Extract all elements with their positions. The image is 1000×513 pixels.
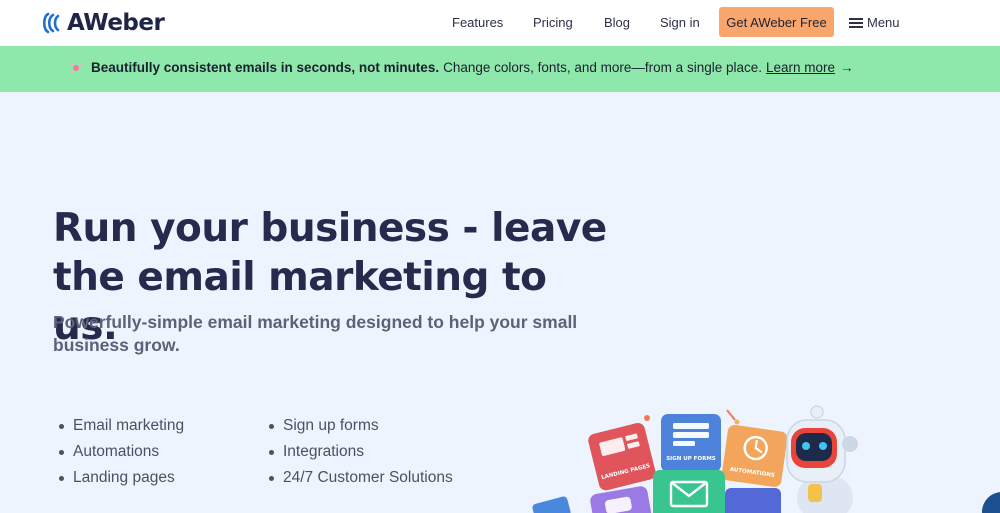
banner-text: Change colors, fonts, and more—from a si… <box>443 60 762 75</box>
feature-label: Email marketing <box>73 417 185 434</box>
aweber-logo[interactable]: AWeber <box>40 9 165 37</box>
nav-blog[interactable]: Blog <box>604 15 630 30</box>
hero-subtitle: Powerfully-simple email marketing design… <box>53 311 613 357</box>
bullet-icon <box>59 423 64 429</box>
feature-item: Automations <box>59 443 159 461</box>
bullet-icon <box>269 449 274 455</box>
chat-widget-button[interactable] <box>982 492 1000 513</box>
nav-features[interactable]: Features <box>452 15 503 30</box>
feature-label: 24/7 Customer Solutions <box>283 469 453 486</box>
email-tile <box>653 470 725 513</box>
learn-more-link[interactable]: Learn more <box>766 60 835 75</box>
feature-item: 24/7 Customer Solutions <box>269 469 453 487</box>
sign-up-forms-tile: SIGN UP FORMS <box>661 414 721 472</box>
feature-label: Landing pages <box>73 469 175 486</box>
spark <box>726 409 736 421</box>
hero-title-line1: Run your business - leave <box>53 206 607 251</box>
sign-up-forms-label: SIGN UP FORMS <box>666 456 716 462</box>
aweber-logo-icon <box>42 12 60 34</box>
dot <box>734 419 740 425</box>
menu-button[interactable]: Menu <box>849 15 900 30</box>
nav-pricing[interactable]: Pricing <box>533 15 573 30</box>
blue-tile <box>725 488 781 513</box>
bullet-icon <box>59 475 64 481</box>
hero-illustration: LANDING PAGES SIGN UP FORMS AUTOMATIONS <box>532 405 858 513</box>
chat-tile <box>590 486 653 513</box>
landing-pages-tile: LANDING PAGES <box>588 422 656 491</box>
robot-mascot <box>786 405 858 513</box>
hero-subtitle-line1: Powerfully-simple email marketing design… <box>53 312 578 332</box>
hamburger-icon <box>849 17 863 28</box>
announcement-banner: Beautifully consistent emails in seconds… <box>0 46 1000 92</box>
sparkle-icon <box>69 61 83 75</box>
feature-item: Sign up forms <box>269 417 379 435</box>
feature-label: Automations <box>73 443 160 460</box>
feature-item: Landing pages <box>59 469 175 487</box>
site-header: AWeber Features Pricing Blog Sign in Get… <box>0 0 1000 46</box>
brand-name: AWeber <box>67 10 165 36</box>
feature-item: Email marketing <box>59 417 184 435</box>
menu-label: Menu <box>867 15 900 30</box>
dot <box>644 415 650 421</box>
bullet-icon <box>269 475 274 481</box>
feature-label: Integrations <box>283 443 364 460</box>
bullet-icon <box>269 423 274 429</box>
bullet-icon <box>59 449 64 455</box>
hero-subtitle-line2: business grow. <box>53 335 180 355</box>
get-aweber-free-button[interactable]: Get AWeber Free <box>719 7 834 37</box>
feature-item: Integrations <box>269 443 364 461</box>
small-tile <box>532 496 571 513</box>
feature-label: Sign up forms <box>283 417 379 434</box>
nav-sign-in[interactable]: Sign in <box>660 15 700 30</box>
automations-tile: AUTOMATIONS <box>721 424 788 487</box>
arrow-right-icon: → <box>840 60 854 75</box>
banner-headline: Beautifully consistent emails in seconds… <box>91 60 440 75</box>
